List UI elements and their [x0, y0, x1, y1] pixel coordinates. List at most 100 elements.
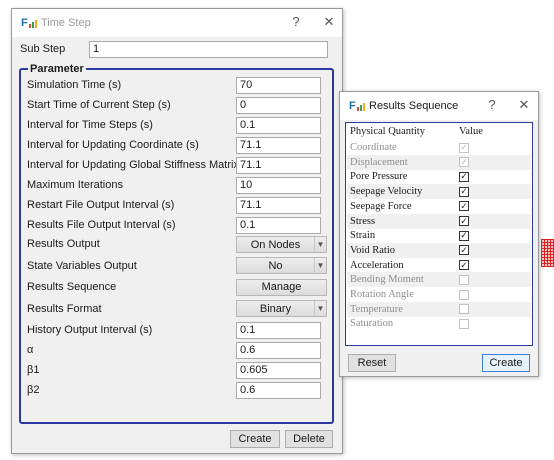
value-checkbox: ✓: [459, 142, 469, 153]
table-row: Saturation: [347, 316, 531, 331]
quantity-name: Displacement: [350, 156, 408, 168]
field-input[interactable]: 71.1: [236, 137, 321, 154]
results-format-value: Binary: [259, 302, 292, 315]
field-input[interactable]: 71.1: [236, 197, 321, 214]
help-icon[interactable]: ?: [484, 98, 500, 112]
field-label: History Output Interval (s): [27, 324, 153, 336]
field-input[interactable]: 0.605: [236, 362, 321, 379]
close-icon[interactable]: ✕: [516, 98, 532, 112]
value-checkbox: ✓: [459, 156, 469, 168]
quantity-name: Pore Pressure: [350, 171, 408, 183]
value-checkbox[interactable]: ✓: [459, 216, 469, 226]
field-label: Simulation Time (s): [27, 79, 122, 91]
reset-button[interactable]: Reset: [348, 354, 396, 372]
field-label: β1: [27, 364, 40, 376]
sub-step-input[interactable]: 1: [89, 41, 328, 58]
state-variables-output-select[interactable]: No ▼: [236, 257, 327, 274]
results-format-select[interactable]: Binary ▼: [236, 300, 327, 317]
table-row: Stress ✓: [347, 213, 531, 229]
table-row: Acceleration ✓: [347, 258, 531, 273]
create-button[interactable]: Create: [482, 354, 530, 372]
quantity-name: Temperature: [350, 303, 403, 315]
value-checkbox[interactable]: ✓: [459, 171, 469, 182]
parameter-group-title: Parameter: [28, 63, 86, 75]
quantity-name: Seepage Velocity: [350, 186, 423, 198]
value-checkbox[interactable]: ✓: [459, 244, 469, 256]
field-input[interactable]: 71.1: [236, 157, 321, 174]
table-row: Coordinate ✓: [347, 140, 531, 155]
delete-button[interactable]: Delete: [285, 430, 333, 448]
check-icon: ✓: [460, 244, 468, 255]
window-title: Results Sequence: [369, 100, 459, 112]
field-label: Start Time of Current Step (s): [27, 99, 171, 111]
value-checkbox: [459, 318, 469, 329]
quantity-name: Void Ratio: [350, 244, 396, 256]
value-checkbox[interactable]: ✓: [459, 186, 469, 197]
check-icon: ✓: [460, 186, 468, 197]
field-input[interactable]: 70: [236, 77, 321, 94]
table-row: Rotation Angle: [347, 287, 531, 302]
quantity-name: Strain: [350, 230, 376, 242]
check-icon: ✓: [460, 230, 468, 241]
quantity-name: Acceleration: [350, 259, 404, 271]
quantity-name: Rotation Angle: [350, 289, 414, 300]
create-button[interactable]: Create: [230, 430, 280, 448]
field-label: β2: [27, 384, 40, 396]
field-input[interactable]: 0.1: [236, 322, 321, 339]
field-input[interactable]: 0.1: [236, 217, 321, 234]
results-output-select[interactable]: On Nodes ▼: [236, 236, 327, 253]
window-title: Time Step: [41, 17, 91, 29]
check-icon: ✓: [460, 215, 468, 226]
results-format-label: Results Format: [27, 303, 102, 315]
value-checkbox: [459, 274, 469, 285]
chevron-down-icon: ▼: [314, 301, 326, 316]
header-value: Value: [459, 125, 483, 137]
field-input[interactable]: 10: [236, 177, 321, 194]
quantity-name: Coordinate: [350, 142, 397, 153]
results-sequence-titlebar[interactable]: F Results Sequence ? ✕: [340, 92, 538, 120]
results-sequence-dialog: F Results Sequence ? ✕ Physical Quantity…: [339, 91, 539, 377]
field-label: α: [27, 344, 34, 356]
table-row: Seepage Force ✓: [347, 199, 531, 214]
app-icon: F: [21, 17, 37, 29]
chevron-down-icon: ▼: [314, 237, 326, 252]
value-checkbox[interactable]: ✓: [459, 230, 469, 241]
manage-button[interactable]: Manage: [236, 279, 327, 296]
field-input[interactable]: 0.1: [236, 117, 321, 134]
background-grid-fragment: [541, 239, 554, 267]
time-step-dialog: F Time Step ? ✕ Sub Step 1 Parameter Sim…: [11, 8, 343, 454]
field-input[interactable]: 0.6: [236, 382, 321, 399]
quantity-name: Saturation: [350, 318, 394, 330]
field-input[interactable]: 0.6: [236, 342, 321, 359]
state-variables-output-label: State Variables Output: [27, 260, 137, 272]
value-checkbox[interactable]: ✓: [459, 200, 469, 212]
check-icon: ✓: [460, 156, 468, 167]
table-row: Void Ratio ✓: [347, 242, 531, 258]
results-output-value: On Nodes: [250, 238, 301, 251]
time-step-titlebar[interactable]: F Time Step ? ✕: [12, 9, 342, 37]
table-row: Bending Moment: [347, 272, 531, 288]
chevron-down-icon: ▼: [314, 258, 326, 273]
field-label: Restart File Output Interval (s): [27, 199, 175, 211]
table-row: Temperature: [347, 301, 531, 317]
check-icon: ✓: [460, 200, 468, 211]
value-checkbox: [459, 304, 469, 315]
results-sequence-label: Results Sequence: [27, 281, 117, 293]
field-label: Interval for Time Steps (s): [27, 119, 153, 131]
close-icon[interactable]: ✕: [321, 15, 337, 29]
table-row: Pore Pressure ✓: [347, 169, 531, 184]
check-icon: ✓: [460, 259, 468, 270]
value-checkbox[interactable]: ✓: [459, 259, 469, 271]
help-icon[interactable]: ?: [288, 15, 304, 29]
value-checkbox: [459, 289, 469, 300]
quantity-table: Physical Quantity Value Coordinate ✓ Displ…: [345, 122, 533, 346]
field-label: Results File Output Interval (s): [27, 219, 176, 231]
field-label: Maximum Iterations: [27, 179, 123, 191]
header-physical-quantity: Physical Quantity: [350, 125, 425, 137]
field-input[interactable]: 0: [236, 97, 321, 114]
quantity-name: Stress: [350, 215, 376, 227]
table-row: Displacement ✓: [347, 154, 531, 170]
table-row: Strain ✓: [347, 228, 531, 243]
app-icon: F: [349, 100, 365, 112]
quantity-name: Bending Moment: [350, 274, 424, 286]
